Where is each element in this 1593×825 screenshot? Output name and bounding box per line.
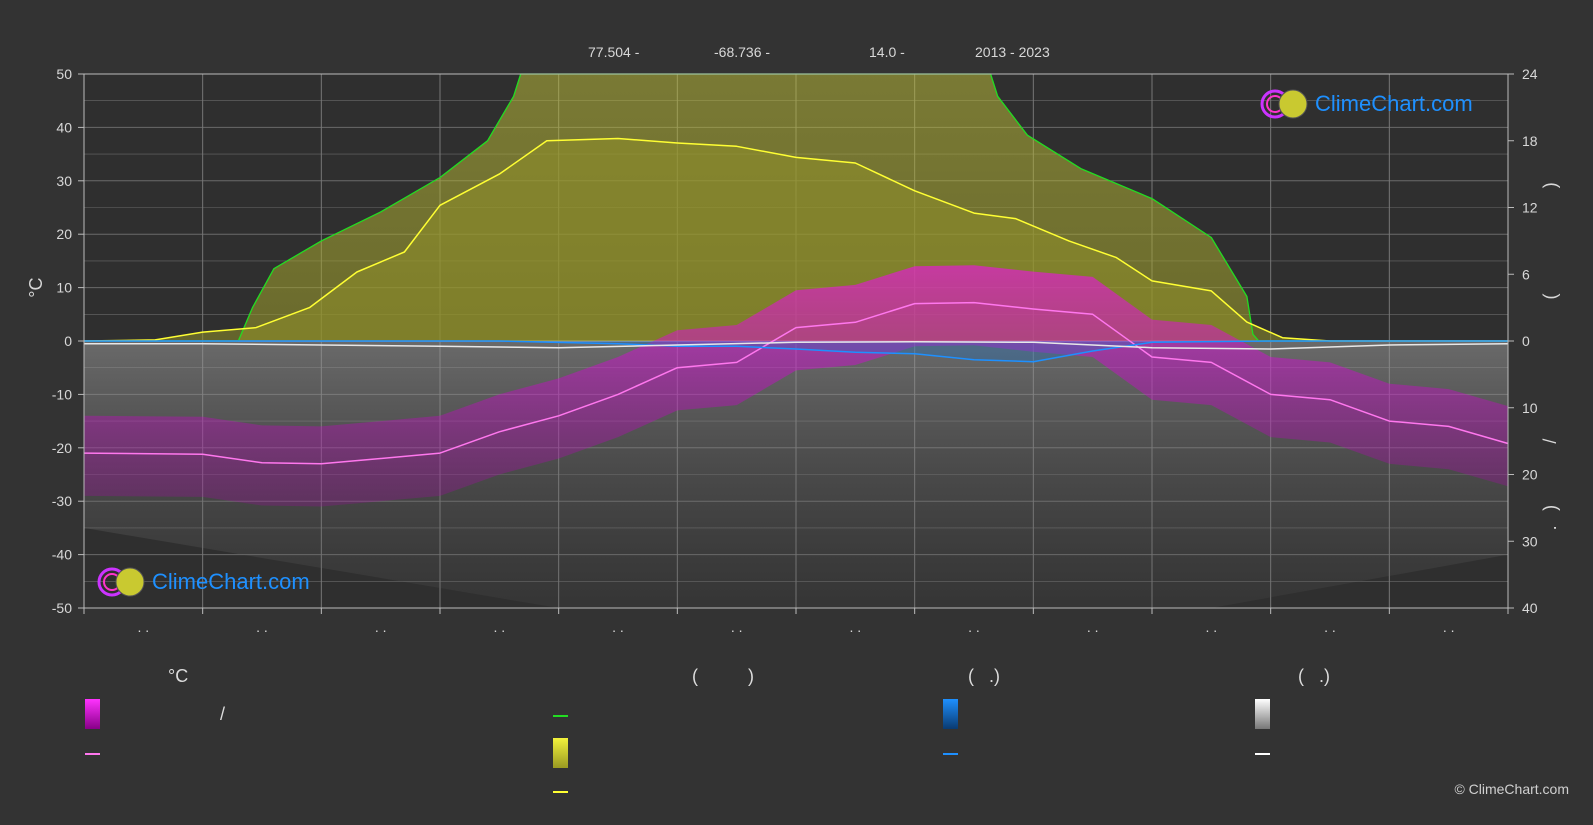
right-tick-label: 30 xyxy=(1522,533,1538,549)
right-tick-label: 0 xyxy=(1522,333,1530,349)
watermark-bottom: ClimeChart.com xyxy=(96,566,310,598)
right-axis-label: / xyxy=(1540,439,1560,444)
watermark-text: ClimeChart.com xyxy=(152,569,310,594)
right-tick-label: 18 xyxy=(1522,133,1538,149)
x-tick-label: . . xyxy=(493,619,505,635)
left-tick-label: 0 xyxy=(64,333,72,349)
left-tick-label: -10 xyxy=(52,386,72,402)
left-tick-label: 20 xyxy=(56,226,72,242)
right-tick-label: 12 xyxy=(1522,200,1538,216)
right-tick-label: 24 xyxy=(1522,66,1538,82)
x-tick-label: . . xyxy=(968,619,980,635)
legend-rain-line xyxy=(943,753,958,755)
legend-snow-line xyxy=(1255,753,1270,755)
climechart-logo-icon xyxy=(1260,89,1308,119)
left-tick-label: -30 xyxy=(52,493,72,509)
legend-temp-range-swatch xyxy=(85,699,100,729)
right-tick-label: 40 xyxy=(1522,600,1538,616)
legend-sunshine-swatch xyxy=(553,738,568,768)
legend-daylight-line xyxy=(553,715,568,717)
x-tick-label: . . xyxy=(137,619,149,635)
x-tick-label: . . xyxy=(1324,619,1336,635)
legend-daylight-title: ( ) xyxy=(692,666,754,686)
left-axis-label: °C xyxy=(26,277,46,297)
left-tick-label: -50 xyxy=(52,600,72,616)
right-axis-label: . xyxy=(1540,525,1560,530)
legend-temp-range-separator: / xyxy=(220,704,226,724)
legend-temp-mean-line xyxy=(85,753,100,755)
left-tick-label: -20 xyxy=(52,440,72,456)
x-tick-label: . . xyxy=(731,619,743,635)
x-tick-label: . . xyxy=(375,619,387,635)
x-tick-label: . . xyxy=(256,619,268,635)
right-axis-label: ( xyxy=(1540,294,1560,300)
x-tick-label: . . xyxy=(612,619,624,635)
left-tick-label: -40 xyxy=(52,547,72,563)
legend-temp-title: °C xyxy=(168,666,189,686)
left-tick-label: 40 xyxy=(56,119,72,135)
x-tick-label: . . xyxy=(1087,619,1099,635)
x-tick-label: . . xyxy=(1443,619,1455,635)
left-tick-label: 50 xyxy=(56,66,72,82)
copyright: © ClimeChart.com xyxy=(1454,781,1569,797)
climechart-logo-icon xyxy=(97,567,145,597)
left-tick-label: 10 xyxy=(56,280,72,296)
legend-sunshine-line xyxy=(553,791,568,793)
x-tick-label: . . xyxy=(849,619,861,635)
right-tick-label: 10 xyxy=(1522,400,1538,416)
legend-snow-title: ( .) xyxy=(1298,666,1330,686)
x-tick-label: . . xyxy=(1205,619,1217,635)
legend-rain-swatch xyxy=(943,699,958,729)
right-axis-label: ) xyxy=(1540,182,1560,188)
left-tick-label: 30 xyxy=(56,173,72,189)
legend-snow-swatch xyxy=(1255,699,1270,729)
legend-rain-title: ( .) xyxy=(968,666,1000,686)
watermark-top: ClimeChart.com xyxy=(1259,88,1473,120)
right-tick-label: 20 xyxy=(1522,467,1538,483)
watermark-text: ClimeChart.com xyxy=(1315,91,1473,116)
right-tick-label: 6 xyxy=(1522,266,1530,282)
right-axis-label: ) xyxy=(1540,505,1560,511)
